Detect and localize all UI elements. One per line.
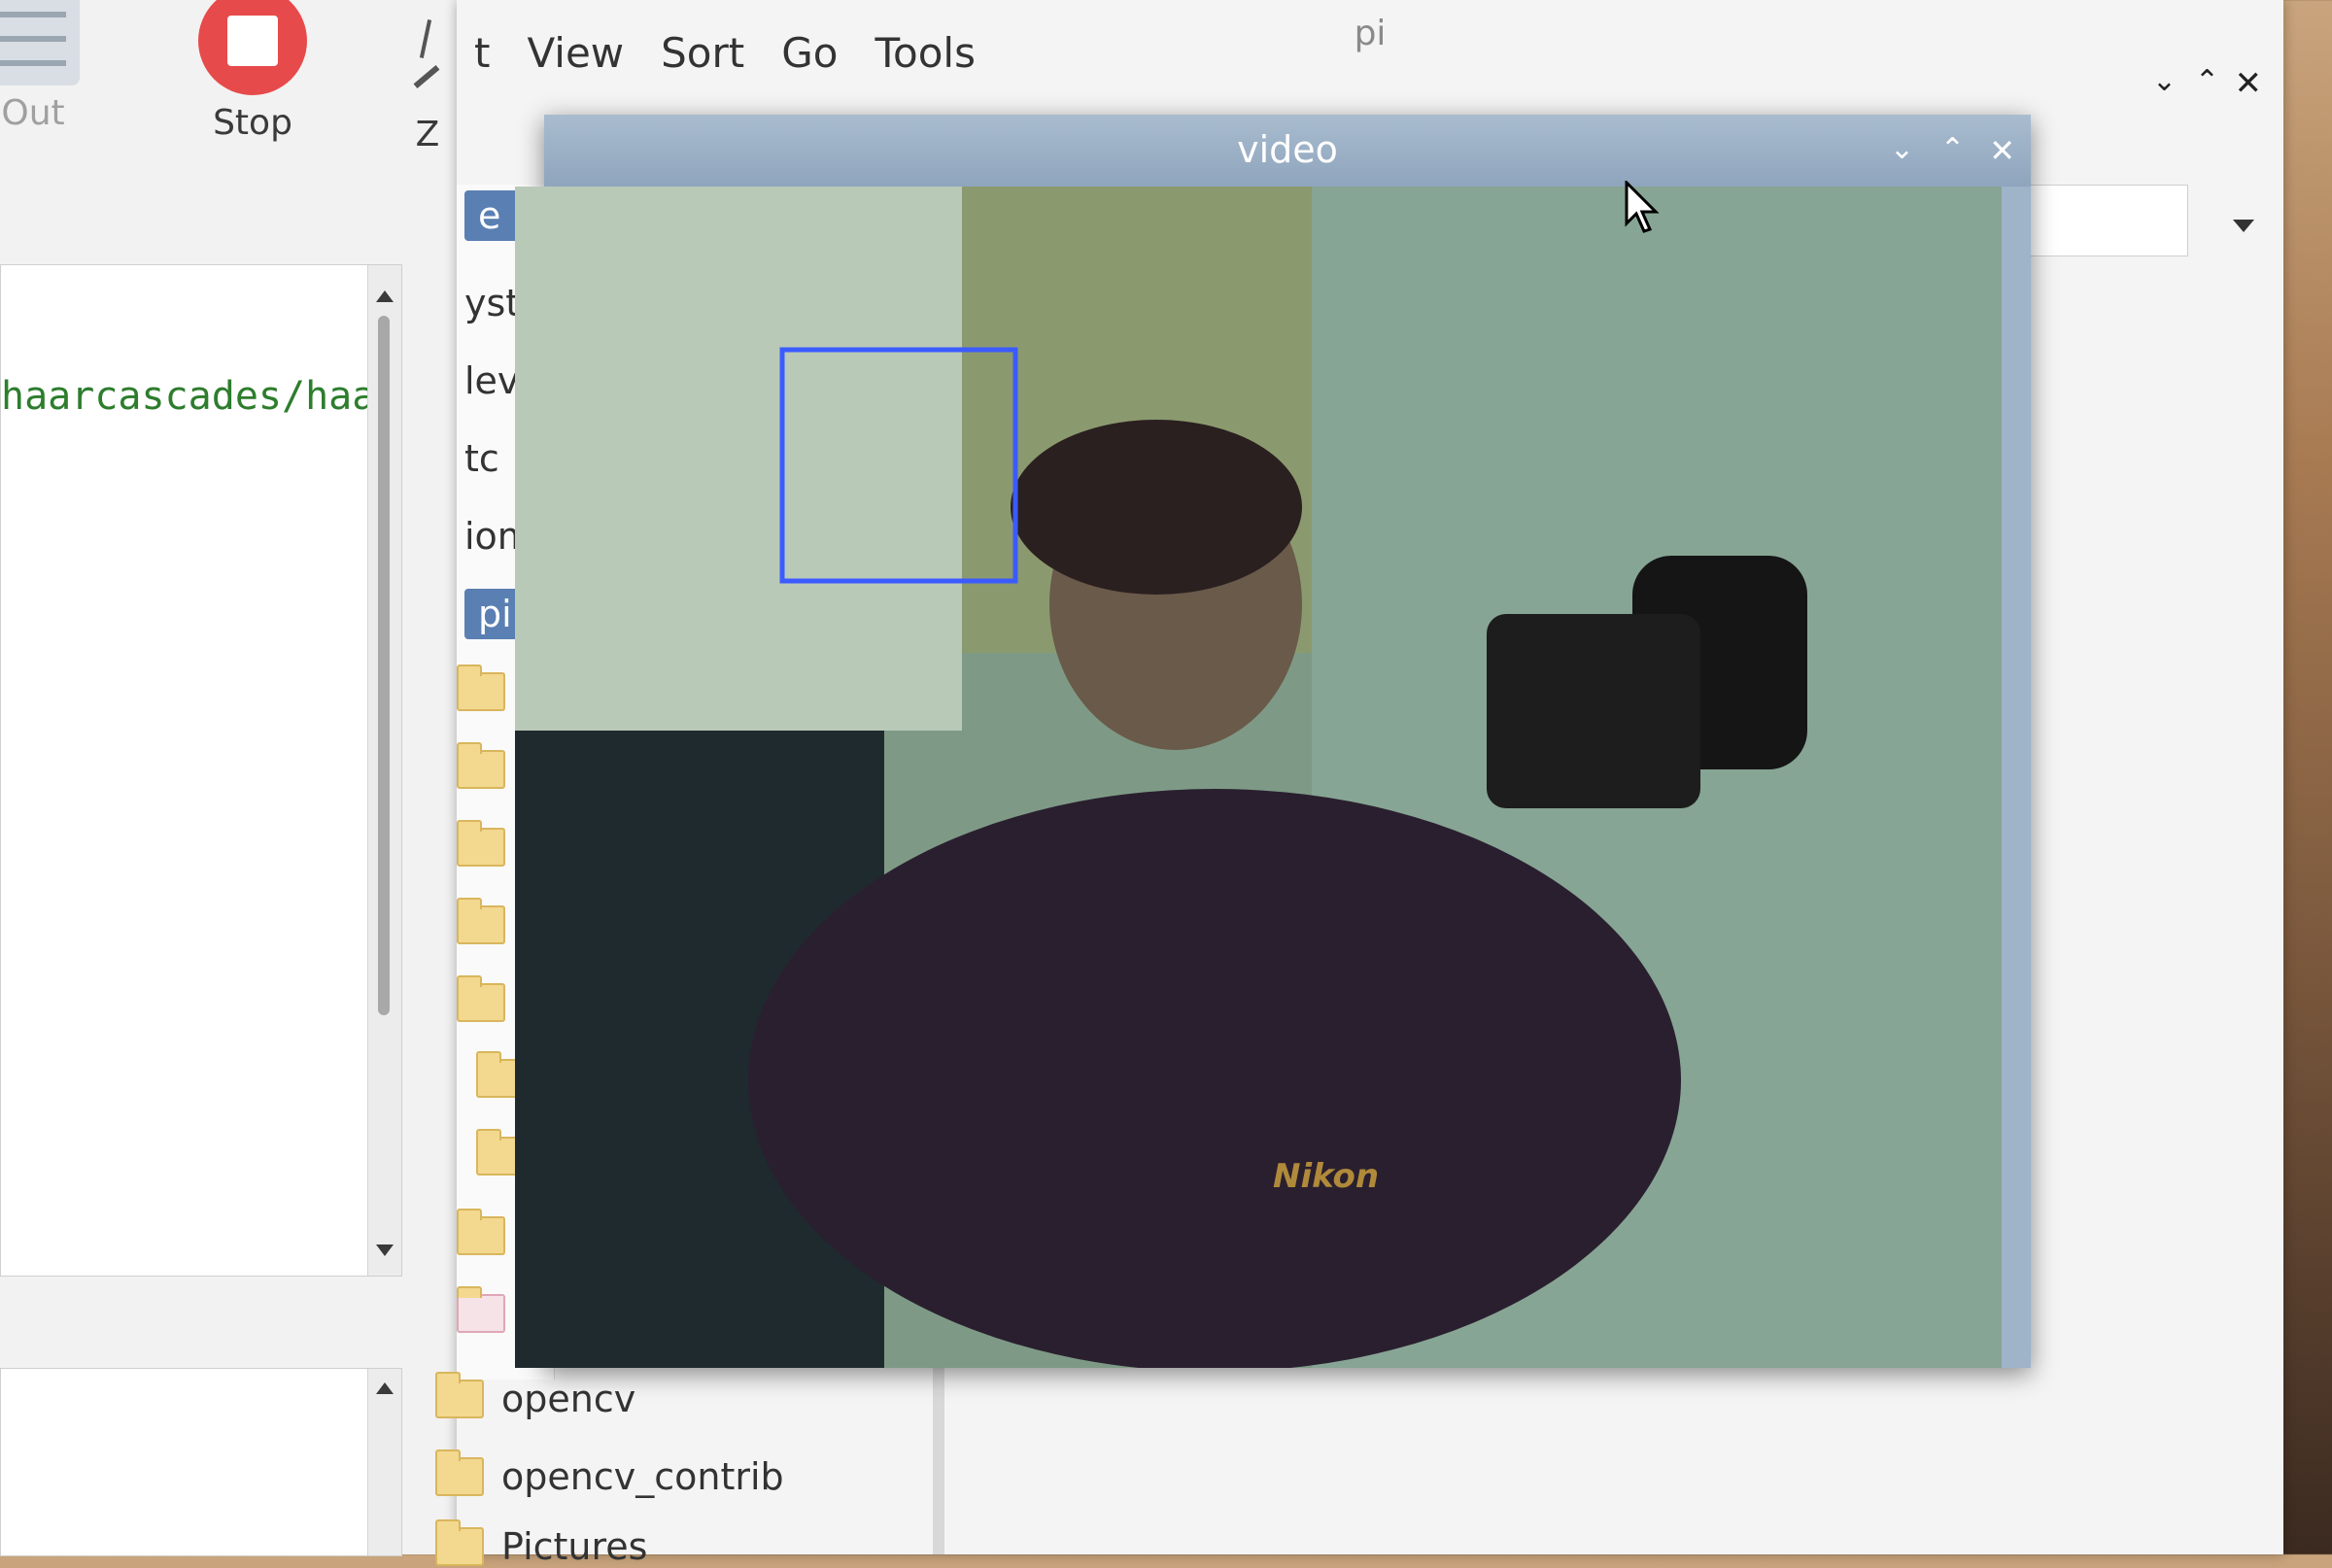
camera-frame-image: Nikon	[515, 187, 2002, 1368]
menu-view[interactable]: View	[527, 29, 624, 77]
documents-folder-icon	[457, 820, 505, 867]
tree-row-pictures[interactable]: Pictures	[435, 1519, 648, 1568]
step-out-icon	[0, 0, 80, 85]
tree-row-label: Pictures	[501, 1525, 648, 1568]
stop-icon	[198, 0, 307, 95]
close-icon[interactable]: ✕	[2235, 64, 2263, 103]
tree-row-opencv[interactable]: opencv	[435, 1372, 636, 1420]
video-window: video ⌄ ⌃ ✕ Nikon	[515, 115, 2031, 1368]
minimize-icon[interactable]: ⌄	[2152, 64, 2177, 98]
menu-sort[interactable]: Sort	[661, 29, 744, 77]
menu-tools[interactable]: Tools	[874, 29, 975, 77]
stop-button[interactable]: Stop	[198, 0, 307, 143]
scroll-up-icon[interactable]	[376, 290, 394, 302]
scroll-down-icon[interactable]	[376, 1244, 394, 1256]
editor-scrollbar[interactable]	[367, 265, 401, 1276]
step-out-button[interactable]: Out	[0, 0, 80, 133]
sidebar-item-dev[interactable]: lev	[464, 359, 519, 402]
path-dropdown-icon[interactable]	[2233, 220, 2254, 232]
video-titlebar[interactable]: video ⌄ ⌃ ✕	[544, 115, 2031, 187]
folder-icon	[457, 1209, 505, 1255]
thonny-ide-window: Out Stop Z haarcascades/haa	[0, 0, 458, 1556]
zoom-icon	[408, 19, 447, 107]
shell-scroll-up-icon[interactable]	[376, 1382, 394, 1394]
editor-code-line: haarcascades/haa	[1, 374, 376, 419]
folder-icon	[435, 1449, 484, 1496]
maximize-icon[interactable]: ⌃	[2195, 64, 2219, 98]
folder-icon	[457, 975, 505, 1022]
video-maximize-icon[interactable]: ⌃	[1940, 132, 1965, 166]
sidebar-splitter[interactable]	[933, 1360, 944, 1554]
camera-frame: Nikon	[515, 187, 2002, 1368]
folder-icon	[457, 665, 505, 711]
mouse-pointer-icon	[1625, 181, 1660, 233]
menu-go[interactable]: Go	[781, 29, 838, 77]
video-minimize-icon[interactable]: ⌄	[1890, 132, 1914, 166]
zoom-label: Z	[415, 115, 440, 154]
folder-icon	[435, 1519, 484, 1566]
shell-pane[interactable]	[0, 1368, 402, 1556]
sidebar-item-etc[interactable]: tc	[464, 437, 499, 480]
folder-icon	[435, 1372, 484, 1418]
desktop-folder-icon	[457, 742, 505, 789]
shell-scrollbar[interactable]	[367, 1369, 401, 1555]
step-out-label: Out	[1, 93, 65, 133]
downloads-folder-icon	[457, 898, 505, 944]
file-manager-menubar: t View Sort Go Tools	[474, 29, 976, 77]
menu-edit[interactable]: t	[474, 29, 490, 77]
tree-row-label: opencv_contrib	[501, 1455, 784, 1498]
video-window-title: video	[1237, 128, 1338, 171]
zoom-button[interactable]: Z	[408, 19, 447, 154]
tree-row-label: opencv	[501, 1378, 636, 1420]
nikon-brand-text: Nikon	[1273, 1157, 1379, 1196]
tree-row-opencv-contrib[interactable]: opencv_contrib	[435, 1449, 784, 1498]
music-folder-icon	[457, 1286, 505, 1333]
video-close-icon[interactable]: ✕	[1989, 132, 2015, 169]
stop-label: Stop	[213, 103, 292, 143]
editor-scroll-thumb[interactable]	[378, 316, 390, 1015]
code-editor[interactable]: haarcascades/haa	[0, 264, 402, 1277]
